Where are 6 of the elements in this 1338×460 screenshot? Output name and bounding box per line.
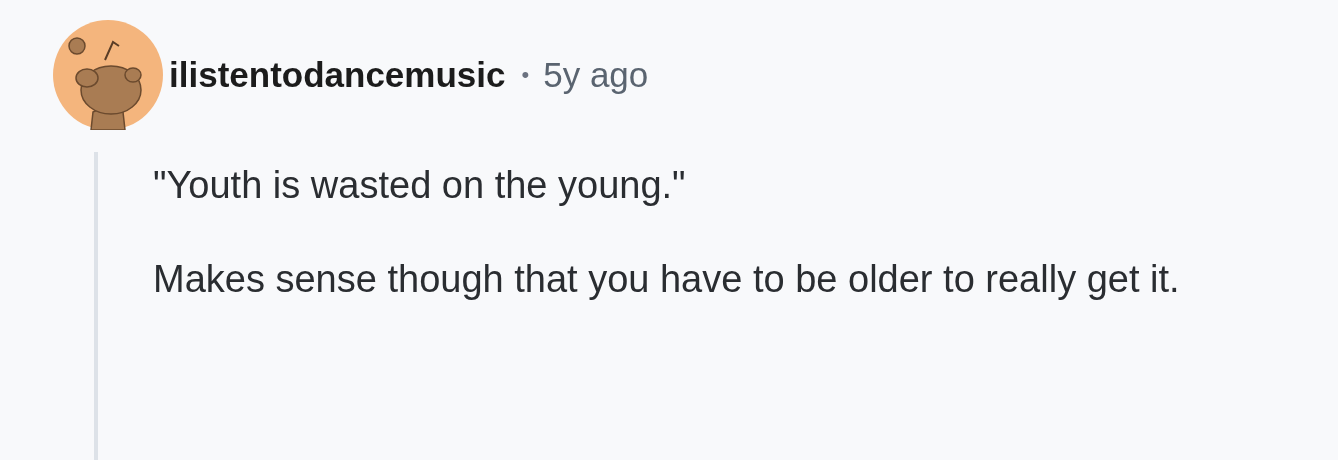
timestamp: 5y ago	[543, 55, 649, 95]
comment-paragraph: "Youth is wasted on the young."	[153, 163, 687, 208]
comment-paragraph: Makes sense though that you have to be older to really get it.	[153, 257, 1181, 302]
separator-dot: •	[521, 62, 530, 88]
avatar-icon	[53, 20, 163, 130]
username[interactable]: ilistentodancemusic	[169, 55, 506, 95]
